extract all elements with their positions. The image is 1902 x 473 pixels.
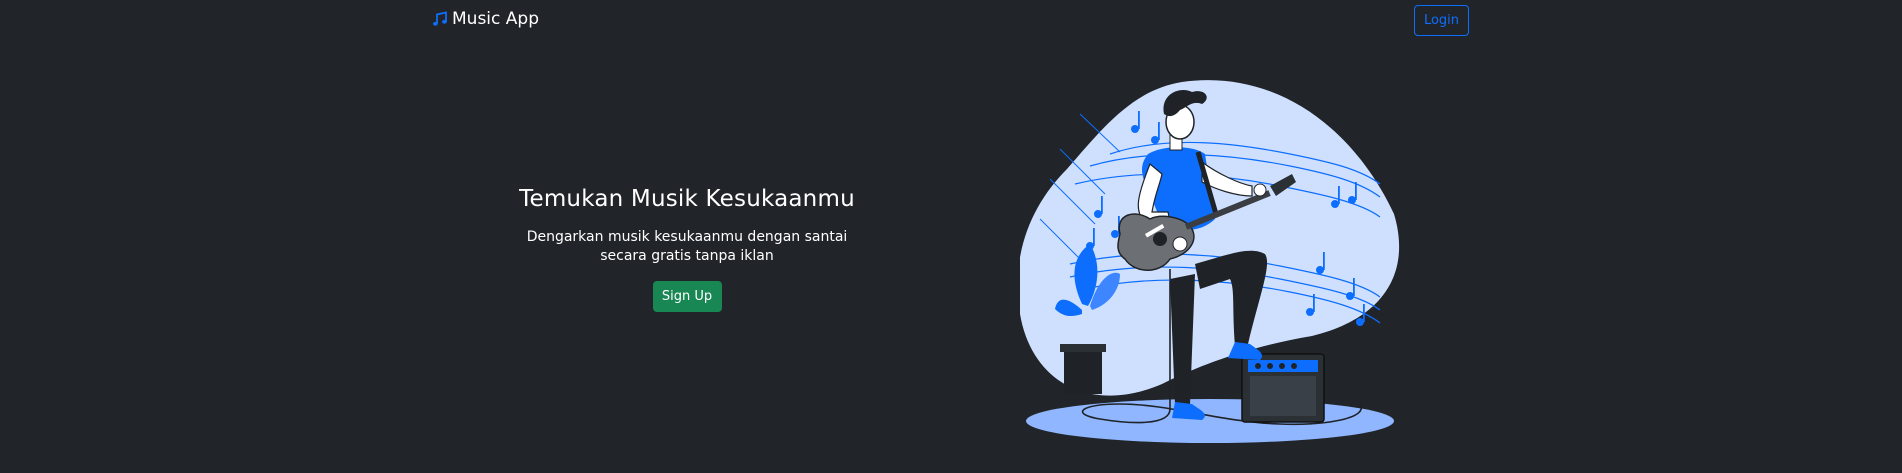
guitarist-illustration bbox=[1017, 74, 1400, 450]
brand-name: Music App bbox=[452, 9, 539, 29]
hero-title: Temukan Musik Kesukaanmu bbox=[519, 186, 855, 212]
hero-section: Temukan Musik Kesukaanmu Dengarkan musik… bbox=[487, 186, 887, 312]
hero-subtitle: Dengarkan musik kesukaanmu dengan santai… bbox=[526, 229, 848, 264]
amplifier bbox=[1241, 353, 1325, 423]
music-note-icon bbox=[432, 11, 448, 27]
page: Music App Login Temukan Musik Kesukaanmu… bbox=[0, 0, 1902, 473]
signup-button[interactable]: Sign Up bbox=[652, 281, 722, 312]
login-button[interactable]: Login bbox=[1414, 5, 1469, 36]
navbar-brand[interactable]: Music App bbox=[432, 9, 539, 29]
